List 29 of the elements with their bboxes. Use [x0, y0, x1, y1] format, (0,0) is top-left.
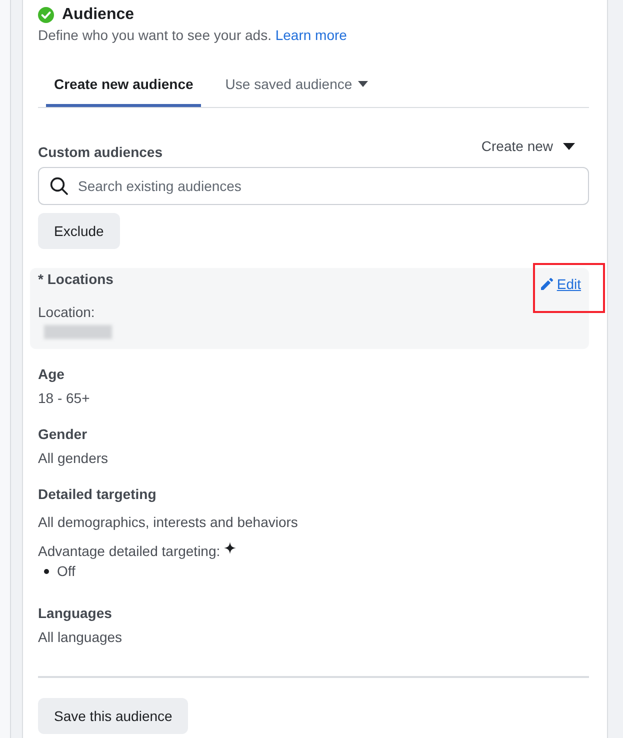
- pencil-icon: [540, 278, 553, 290]
- field-label: * Locations: [38, 270, 114, 289]
- field-value: All languages: [38, 628, 122, 647]
- field-label: Gender: [38, 425, 88, 444]
- field-value: Location:: [38, 303, 95, 322]
- field-value: All demographics, interests and behaviors: [38, 513, 298, 532]
- save-audience-button[interactable]: Save this audience: [38, 698, 188, 734]
- field-label: Languages: [38, 604, 112, 623]
- tab[interactable]: Create new audience: [46, 62, 202, 107]
- section-label: Custom audiences: [38, 143, 162, 162]
- caret-icon: [563, 142, 575, 150]
- search-field[interactable]: Search existing audiences: [38, 167, 589, 205]
- field-value: All genders: [38, 449, 108, 468]
- field-value: 18 - 65+: [38, 389, 90, 408]
- bullet-icon: [44, 568, 49, 574]
- create-new-dropdown[interactable]: Create new: [481, 136, 575, 156]
- search-icon: [50, 177, 68, 195]
- exclude-button[interactable]: Exclude: [38, 213, 120, 249]
- tab[interactable]: Use saved audience: [217, 62, 376, 107]
- section-title: Audience: [62, 5, 134, 25]
- field-sublabel: Advantage detailed targeting:: [38, 542, 220, 561]
- section-description: Define who you want to see your ads. Learn more: [38, 26, 348, 44]
- blurred-block: [44, 325, 112, 339]
- sparkle-icon: [224, 542, 236, 554]
- learn-more-link[interactable]: Learn more: [275, 27, 347, 43]
- field-label: Age: [38, 365, 64, 384]
- edit-link[interactable]: Edit: [540, 274, 581, 294]
- list-item-text: Off: [57, 562, 76, 581]
- field-label: Detailed targeting: [38, 485, 156, 504]
